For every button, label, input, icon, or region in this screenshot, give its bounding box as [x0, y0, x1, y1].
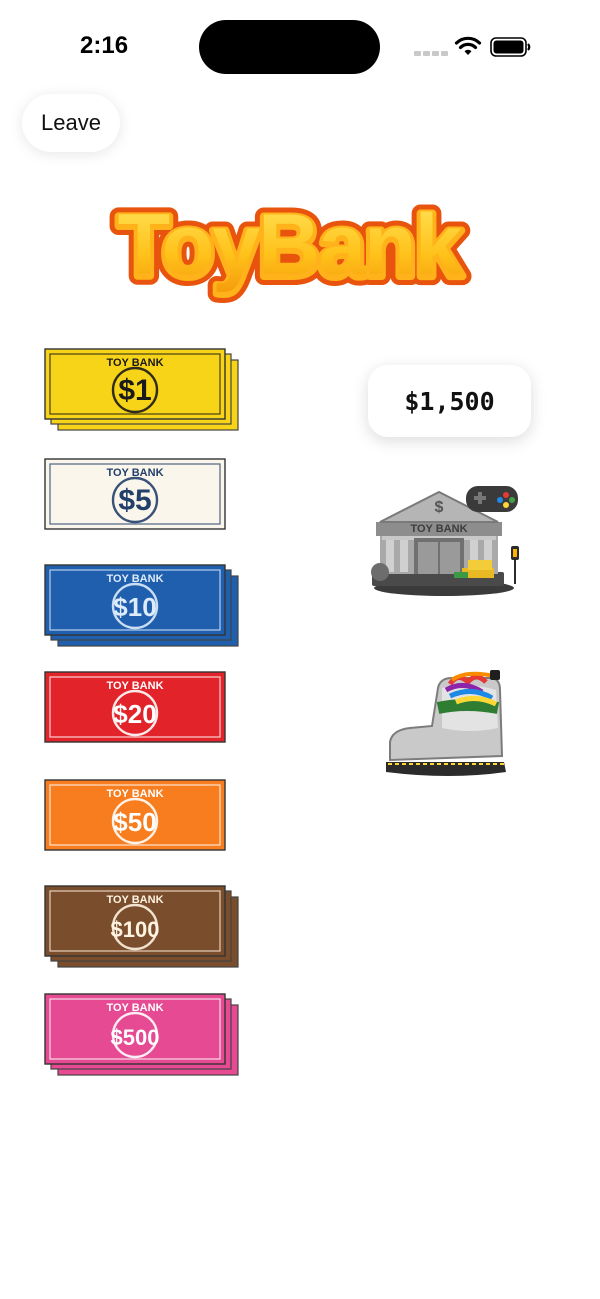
bill-denomination: $1 [118, 374, 151, 407]
boot-token-icon[interactable] [380, 668, 520, 788]
balance-display: $1,500 [368, 365, 531, 437]
svg-text:TOY BANK: TOY BANK [410, 523, 467, 535]
leave-button[interactable]: Leave [22, 94, 120, 152]
bill-denomination: $50 [113, 807, 156, 837]
toybank-logo: ToyBank ToyBank ToyBank [109, 190, 474, 304]
battery-icon [490, 37, 531, 57]
svg-text:$: $ [435, 499, 444, 516]
status-icons [412, 34, 532, 62]
bill-100[interactable]: TOY BANK $100 [44, 885, 244, 969]
bill-bank-text: TOY BANK [106, 788, 163, 800]
bill-20[interactable]: TOY BANK $20 [44, 671, 244, 755]
bill-denomination: $20 [113, 699, 156, 729]
bill-bank-text: TOY BANK [106, 680, 163, 692]
bill-bank-text: TOY BANK [106, 1002, 163, 1014]
bill-denomination: $100 [111, 917, 160, 942]
bill-500[interactable]: TOY BANK $500 [44, 993, 244, 1077]
bill-10[interactable]: TOY BANK $10 [44, 564, 244, 648]
bill-denomination: $5 [118, 484, 151, 517]
svg-text:ToyBank: ToyBank [118, 197, 463, 293]
bill-bank-text: TOY BANK [106, 573, 163, 585]
bill-denomination: $10 [113, 592, 156, 622]
bill-denomination: $500 [111, 1025, 160, 1050]
bill-5[interactable]: TOY BANK $5 [44, 458, 244, 542]
bill-bank-text: TOY BANK [106, 467, 163, 479]
bank-building-icon[interactable]: $ TOY BANK [366, 476, 526, 598]
bill-bank-text: TOY BANK [106, 357, 163, 369]
bill-1[interactable]: TOY BANK $1 [44, 348, 244, 432]
status-time: 2:16 [80, 32, 129, 59]
bill-bank-text: TOY BANK [106, 894, 163, 906]
bill-50[interactable]: TOY BANK $50 [44, 779, 244, 863]
wifi-icon [454, 36, 482, 55]
dynamic-island [199, 20, 380, 74]
